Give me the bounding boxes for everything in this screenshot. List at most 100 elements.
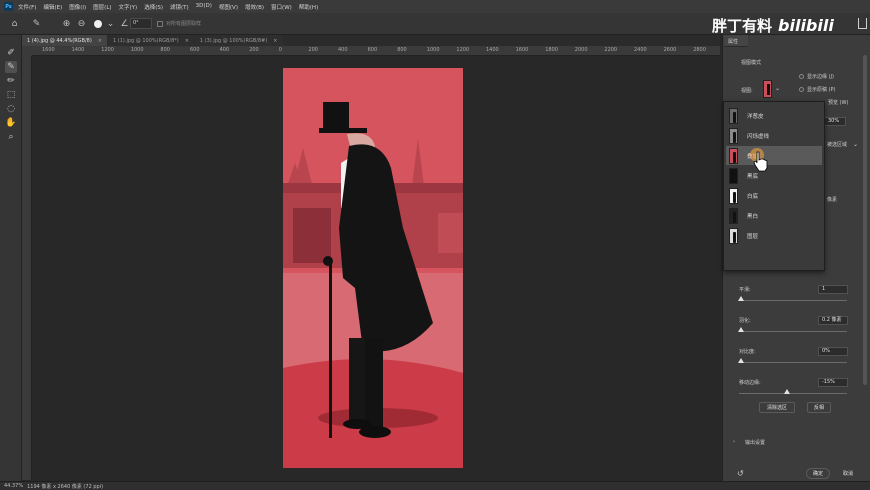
- menu-item-3[interactable]: 图层(L): [93, 3, 111, 11]
- view-mode-title: 视图模式: [741, 60, 762, 66]
- close-tab-icon[interactable]: ×: [98, 38, 102, 44]
- output-settings-label[interactable]: 输出设置: [745, 439, 765, 446]
- ruler-tick-label: 1600: [515, 47, 529, 53]
- sample-all-checkbox[interactable]: [156, 17, 164, 30]
- zoom-tool-icon[interactable]: ⌕: [5, 131, 17, 143]
- ruler-tick-label: 2000: [574, 47, 588, 53]
- view-mode-option[interactable]: 黑白: [726, 206, 822, 225]
- invert-button[interactable]: 反相: [807, 402, 831, 413]
- video-watermark: 胖丁有料 bilibili: [712, 13, 852, 37]
- object-selection-tool-icon[interactable]: ⬚: [5, 89, 17, 101]
- home-icon[interactable]: ⌂: [8, 17, 21, 30]
- ok-button[interactable]: 确定: [806, 468, 830, 479]
- ruler-tick-label: 2200: [604, 47, 618, 53]
- share-icon[interactable]: [858, 18, 867, 29]
- view-mode-option-label: 黑白: [747, 213, 759, 220]
- shift-edge-label: 移动边缘:: [739, 380, 761, 386]
- smooth-input[interactable]: 1: [818, 285, 848, 294]
- shift-edge-slider-track[interactable]: [739, 393, 847, 394]
- ruler-tick-label: 400: [219, 47, 230, 53]
- refine-edge-brush-icon[interactable]: ✎: [5, 61, 17, 73]
- ruler-tick-label: 400: [338, 47, 348, 53]
- reset-icon[interactable]: ↺: [737, 469, 744, 478]
- view-mode-option[interactable]: 黑底: [726, 166, 822, 185]
- view-label: 视图:: [741, 88, 753, 94]
- ruler-tick-label: 1400: [486, 47, 499, 53]
- subtract-brush-icon[interactable]: ⊖: [75, 17, 88, 30]
- panel-scrollbar[interactable]: [863, 55, 867, 385]
- view-mode-option[interactable]: 洋葱皮: [726, 106, 822, 125]
- ruler-tick-label: 1200: [456, 47, 470, 53]
- smooth-slider-track[interactable]: [739, 300, 847, 301]
- ruler-tick-label: 0: [278, 47, 282, 53]
- brush-size-icon[interactable]: [91, 17, 104, 30]
- document-tab-2[interactable]: 1 (3).jpg @ 100%(RGB/8#) ×: [194, 35, 283, 46]
- opacity-input[interactable]: 30%: [824, 117, 846, 126]
- view-mode-option[interactable]: 闪烁虚线: [726, 126, 822, 145]
- document-tab-1[interactable]: 1 (1).jpg @ 100%(RGB/8*) ×: [108, 35, 194, 46]
- brush-tool-icon[interactable]: ✏: [5, 75, 17, 87]
- watermark-text: 胖丁有料: [712, 16, 773, 35]
- horizontal-ruler: 1600 1400 1200 1000 800 600 400 200 0 200 400 600 80…: [32, 46, 720, 56]
- view-mode-option-label: 白底: [747, 193, 759, 200]
- menu-item-6[interactable]: 滤镜(T): [170, 3, 189, 11]
- document-tab-0[interactable]: 1 (4).jpg @ 44.4%(RGB/8) ×: [22, 35, 107, 46]
- image-canvas[interactable]: [283, 68, 463, 468]
- contrast-slider-track[interactable]: [739, 362, 847, 363]
- menu-item-8[interactable]: 视图(V): [219, 3, 238, 11]
- vertical-ruler: [22, 56, 32, 480]
- angle-input[interactable]: 0°: [130, 18, 152, 29]
- menu-item-4[interactable]: 文字(Y): [119, 3, 138, 11]
- view-mode-dropdown: 洋葱皮闪烁虚线叠加黑底白底黑白图层: [723, 101, 825, 271]
- menu-items: 文件(F) 编辑(E) 图像(I) 图层(L) 文字(Y) 选择(S) 滤镜(T) 3D(D)…: [18, 3, 325, 11]
- ruler-tick-label: 1000: [130, 47, 144, 53]
- ruler-corner: [22, 46, 32, 56]
- add-brush-icon[interactable]: ⊕: [60, 17, 73, 30]
- view-mode-thumbnail-icon: [729, 127, 738, 144]
- zoom-level[interactable]: 44.37%: [4, 483, 23, 489]
- menu-item-11[interactable]: 帮助(H): [299, 3, 318, 11]
- view-dropdown-chevron-icon[interactable]: ⌄: [775, 85, 780, 92]
- preview-label: 预览 (W): [828, 100, 849, 106]
- contrast-label: 对比度:: [739, 349, 756, 355]
- lasso-tool-icon[interactable]: ◌: [5, 103, 17, 115]
- feather-slider-knob[interactable]: [738, 327, 744, 332]
- feather-slider-track[interactable]: [739, 331, 847, 332]
- cancel-button[interactable]: 取消: [836, 468, 860, 479]
- view-mode-option[interactable]: 图层: [726, 226, 822, 245]
- feather-input[interactable]: 0.2 像素: [818, 316, 848, 325]
- show-edge-radio[interactable]: [799, 74, 804, 79]
- view-mode-option-label: 黑底: [747, 173, 759, 180]
- menu-item-5[interactable]: 选择(S): [144, 3, 163, 11]
- contrast-input[interactable]: 0%: [818, 347, 848, 356]
- shift-edge-slider-knob[interactable]: [784, 389, 790, 394]
- menu-item-2[interactable]: 图像(I): [69, 3, 86, 11]
- view-mode-option[interactable]: 叠加: [726, 146, 822, 165]
- brush-size-dropdown-icon[interactable]: ⌄: [104, 17, 117, 30]
- shift-edge-input[interactable]: -15%: [818, 378, 848, 387]
- close-tab-icon[interactable]: ×: [273, 38, 277, 44]
- panel-tab-properties[interactable]: 属性: [724, 35, 748, 47]
- hand-tool-icon[interactable]: ✋: [5, 117, 17, 129]
- close-tab-icon[interactable]: ×: [185, 38, 189, 44]
- quick-selection-tool-icon[interactable]: ✐: [5, 47, 17, 59]
- menu-item-0[interactable]: 文件(F): [18, 3, 36, 11]
- menu-item-1[interactable]: 编辑(E): [43, 3, 62, 11]
- contrast-slider-knob[interactable]: [738, 358, 744, 363]
- view-mode-option[interactable]: 白底: [726, 186, 822, 205]
- menu-bar: Ps 文件(F) 编辑(E) 图像(I) 图层(L) 文字(Y) 选择(S) 滤镜(T) 3D…: [0, 0, 870, 13]
- menu-item-10[interactable]: 窗口(W): [271, 3, 292, 11]
- view-mode-thumbnail[interactable]: [763, 80, 772, 98]
- status-bar: 44.37% 1194 像素 x 2640 像素 (72 ppi): [0, 481, 870, 490]
- show-original-radio[interactable]: [799, 87, 804, 92]
- view-mode-thumbnail-icon: [729, 227, 738, 244]
- show-original-label: 显示原稿 (P): [807, 87, 836, 93]
- menu-item-7[interactable]: 3D(D): [196, 3, 212, 11]
- output-settings-chevron-icon[interactable]: ›: [733, 439, 735, 445]
- brush-tool-icon[interactable]: ✎: [30, 17, 43, 30]
- menu-item-9[interactable]: 增效(B): [245, 3, 264, 11]
- clear-selection-button[interactable]: 清除选区: [759, 402, 795, 413]
- smooth-slider-knob[interactable]: [738, 296, 744, 301]
- photoshop-logo-icon: Ps: [4, 2, 13, 11]
- region-dropdown-chevron-icon[interactable]: ⌄: [853, 141, 858, 148]
